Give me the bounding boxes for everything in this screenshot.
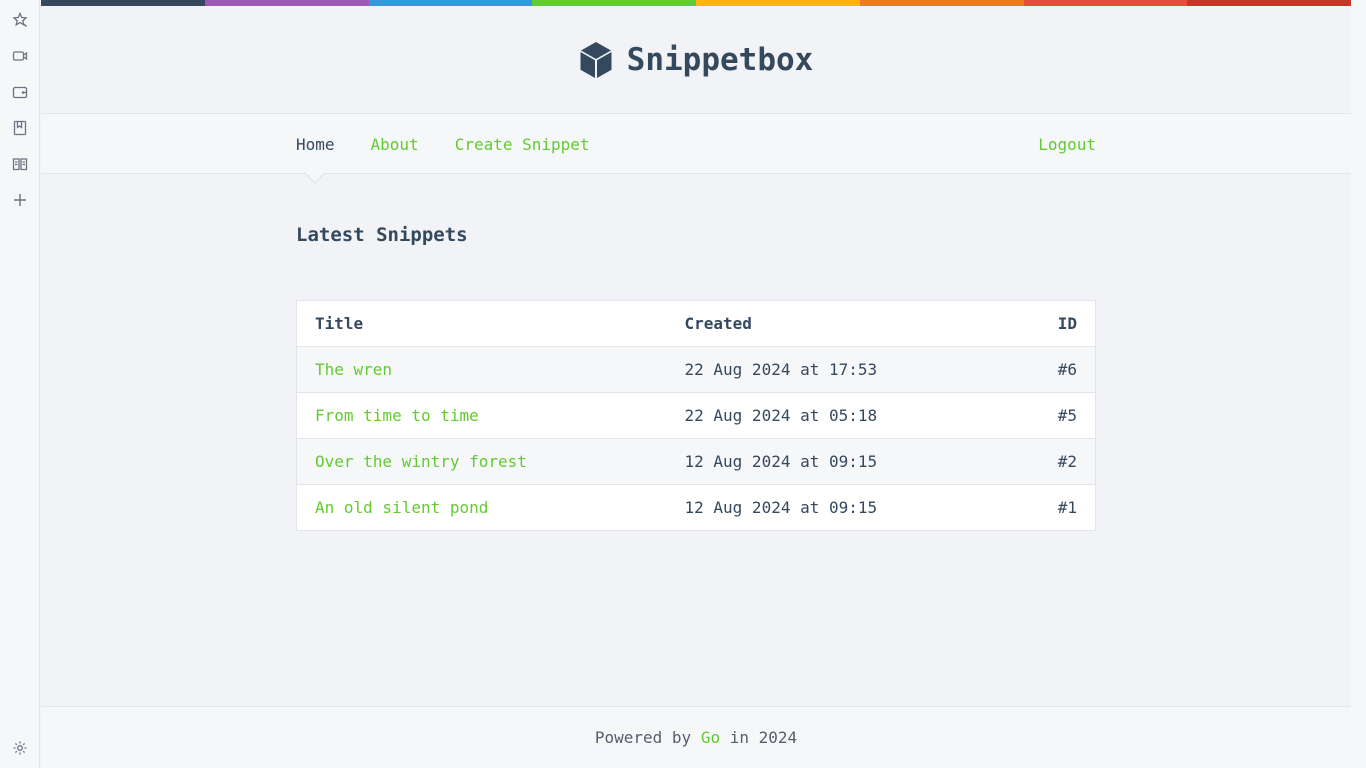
table-row: The wren 22 Aug 2024 at 17:53 #6 [296,346,1096,393]
star-icon[interactable] [11,11,29,29]
wallet-icon[interactable] [11,83,29,101]
nav-about[interactable]: About [371,135,419,154]
main-content: Latest Snippets Title Created ID The wre… [296,224,1096,531]
nav-home[interactable]: Home [296,135,335,154]
snippet-created: 12 Aug 2024 at 09:15 [666,438,1016,485]
snippet-created: 22 Aug 2024 at 05:18 [666,392,1016,439]
snippet-created: 12 Aug 2024 at 09:15 [666,484,1016,531]
video-icon[interactable] [11,47,29,65]
table-header-row: Title Created ID [296,300,1096,347]
snippets-table: Title Created ID The wren 22 Aug 2024 at… [296,300,1096,531]
stripe-segment [696,0,860,6]
stripe-segment [204,0,369,6]
footer-suffix: in 2024 [729,728,798,747]
reading-list-icon[interactable] [11,155,29,173]
window-right-edge [1351,0,1366,768]
snippet-id: #2 [1015,438,1096,485]
footer-go-link[interactable]: Go [701,728,720,747]
active-nav-indicator [304,172,326,184]
column-header-id: ID [1015,300,1096,347]
color-stripe [41,0,1351,6]
stripe-segment [859,0,1024,6]
snippet-id: #6 [1015,346,1096,393]
snippet-created: 22 Aug 2024 at 17:53 [666,346,1016,393]
table-row: An old silent pond 12 Aug 2024 at 09:15 … [296,484,1096,531]
cube-icon [579,41,613,79]
app-window: Snippetbox Home About Create Snippet Log… [41,0,1351,768]
snippet-id: #1 [1015,484,1096,531]
stripe-segment [532,0,696,6]
main-nav: Home About Create Snippet Logout [41,114,1351,184]
site-header: Snippetbox [41,6,1351,114]
stripe-segment [368,0,533,6]
footer-prefix: Powered by [594,728,692,747]
stripe-segment [1187,0,1351,6]
page-title: Latest Snippets [296,224,468,246]
bookmark-icon[interactable] [11,119,29,137]
table-row: From time to time 22 Aug 2024 at 05:18 #… [296,392,1096,439]
snippet-id: #5 [1015,392,1096,439]
snippet-title-link[interactable]: An old silent pond [315,498,488,517]
page-footer: Powered by Go in 2024 [41,706,1351,768]
nav-create-snippet[interactable]: Create Snippet [455,135,590,154]
column-header-created: Created [666,300,1016,347]
stripe-segment [1023,0,1188,6]
table-row: Over the wintry forest 12 Aug 2024 at 09… [296,438,1096,485]
snippet-title-link[interactable]: Over the wintry forest [315,452,527,471]
snippet-title-link[interactable]: From time to time [315,406,479,425]
plus-icon[interactable] [11,191,29,209]
browser-sidebar [0,0,40,768]
stripe-segment [41,0,205,6]
gear-icon[interactable] [11,739,29,757]
nav-logout[interactable]: Logout [1038,135,1096,154]
site-title-link[interactable]: Snippetbox [627,42,814,78]
column-header-title: Title [296,300,667,347]
snippet-title-link[interactable]: The wren [315,360,392,379]
